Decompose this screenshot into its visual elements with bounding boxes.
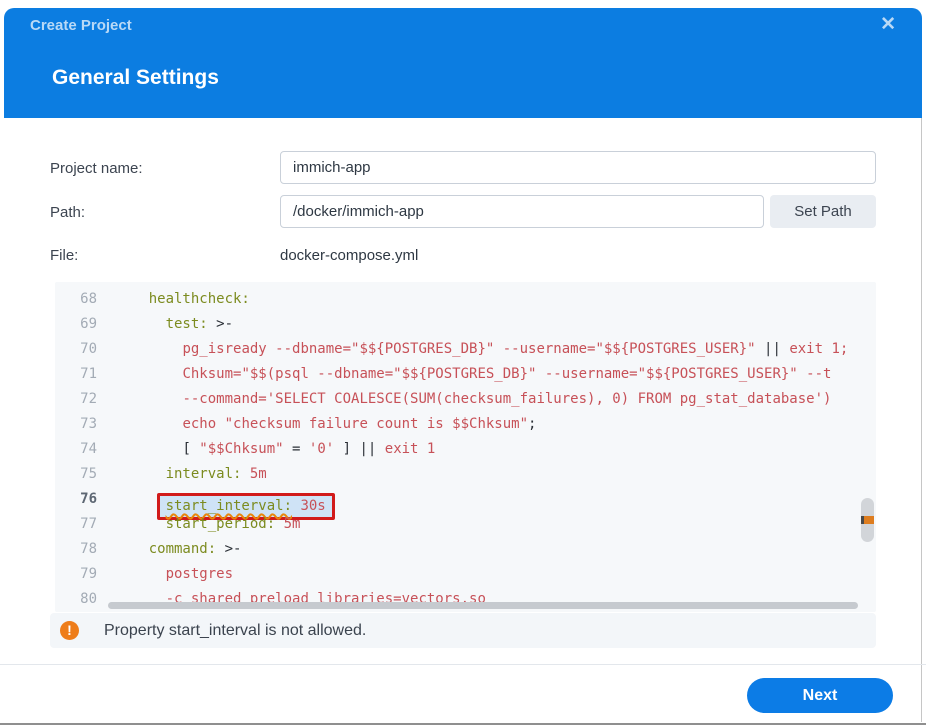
code-token: postgres: [166, 566, 233, 582]
code-text: --command='SELECT COALESCE(SUM(checksum_…: [97, 391, 831, 407]
code-line-75[interactable]: 75 interval: 5m: [55, 462, 876, 487]
code-token: >-: [216, 541, 241, 557]
code-token: ;: [528, 416, 536, 432]
horizontal-scrollbar[interactable]: [108, 602, 858, 609]
code-text: command: >-: [97, 541, 241, 557]
line-number: 74: [55, 437, 97, 462]
code-line-72[interactable]: 72 --command='SELECT COALESCE(SUM(checks…: [55, 387, 876, 412]
code-text: echo "checksum failure count is $$Chksum…: [97, 416, 536, 432]
code-token: 5m: [284, 516, 301, 532]
project-name-input[interactable]: [280, 151, 876, 184]
footer-divider: [0, 664, 926, 665]
code-line-69[interactable]: 69 test: >-: [55, 312, 876, 337]
line-number: 79: [55, 562, 97, 587]
line-number: 72: [55, 387, 97, 412]
next-button[interactable]: Next: [747, 678, 893, 713]
code-token: =: [284, 441, 309, 457]
code-text: postgres: [97, 566, 233, 582]
error-marker-icon: [861, 516, 874, 524]
code-token: echo "checksum failure count is $$Chksum…: [182, 416, 528, 432]
validation-error-bar: ! Property start_interval is not allowed…: [50, 613, 876, 648]
create-project-dialog: Create Project ✕ General Settings Projec…: [0, 0, 926, 726]
code-line-70[interactable]: 70 pg_isready --dbname="$${POSTGRES_DB}"…: [55, 337, 876, 362]
project-name-label: Project name:: [50, 160, 143, 177]
code-line-71[interactable]: 71 Chksum="$$(psql --dbname="$${POSTGRES…: [55, 362, 876, 387]
vertical-scrollbar[interactable]: [861, 498, 874, 542]
code-text: test: >-: [97, 316, 233, 332]
code-token: ] ||: [334, 441, 385, 457]
code-line-78[interactable]: 78 command: >-: [55, 537, 876, 562]
code-token: exit 1;: [781, 341, 848, 357]
file-label: File:: [50, 247, 78, 264]
dialog-header: Create Project ✕ General Settings: [4, 8, 922, 118]
line-number: 68: [55, 287, 97, 312]
dialog-body: Project name: Path: Set Path File: docke…: [4, 118, 922, 722]
line-number: 71: [55, 362, 97, 387]
line-number: 70: [55, 337, 97, 362]
close-icon[interactable]: ✕: [880, 13, 896, 37]
code-token: healthcheck:: [149, 291, 250, 307]
code-text: interval: 5m: [97, 466, 267, 482]
set-path-button[interactable]: Set Path: [770, 195, 876, 228]
code-token: start_period:: [166, 516, 276, 532]
line-number: 77: [55, 512, 97, 537]
code-token: --command='SELECT COALESCE(SUM(checksum_…: [182, 391, 831, 407]
code-token: command:: [149, 541, 216, 557]
code-text: healthcheck:: [97, 291, 250, 307]
window-bottom-edge: [0, 723, 926, 725]
file-value: docker-compose.yml: [280, 247, 418, 264]
code-text: start_interval: 30s: [97, 491, 335, 507]
code-token: [275, 516, 283, 532]
code-token: [241, 466, 249, 482]
code-token: '0': [309, 441, 334, 457]
page-title: General Settings: [52, 66, 219, 90]
code-text: start_period: 5m: [97, 516, 300, 532]
code-line-77[interactable]: 77 start_period: 5m: [55, 512, 876, 537]
code-text: pg_isready --dbname="$${POSTGRES_DB}" --…: [97, 341, 848, 357]
code-token: pg_isready --dbname="$${POSTGRES_DB}" --…: [182, 341, 764, 357]
line-number: 76: [55, 487, 97, 512]
line-number: 69: [55, 312, 97, 337]
code-token: 5m: [250, 466, 267, 482]
code-token: [: [182, 441, 199, 457]
code-line-74[interactable]: 74 [ "$$Chksum" = '0' ] || exit 1: [55, 437, 876, 462]
line-number: 75: [55, 462, 97, 487]
code-lines: 68 healthcheck:69 test: >-70 pg_isready …: [55, 282, 876, 612]
code-token: "$$Chksum": [199, 441, 283, 457]
path-input[interactable]: [280, 195, 764, 228]
code-line-79[interactable]: 79 postgres: [55, 562, 876, 587]
path-label: Path:: [50, 204, 85, 221]
code-token: test:: [166, 316, 208, 332]
code-token: Chksum="$$(psql --dbname="$${POSTGRES_DB…: [182, 366, 831, 382]
code-token: ||: [764, 341, 781, 357]
line-number: 73: [55, 412, 97, 437]
warning-icon: !: [60, 621, 79, 640]
code-token: 30s: [300, 498, 325, 514]
code-token: exit 1: [385, 441, 436, 457]
code-line-76[interactable]: 76 start_interval: 30s: [55, 487, 876, 512]
yaml-editor[interactable]: 68 healthcheck:69 test: >-70 pg_isready …: [55, 282, 876, 612]
code-text: [ "$$Chksum" = '0' ] || exit 1: [97, 441, 435, 457]
error-message: Property start_interval is not allowed.: [104, 622, 366, 640]
code-line-68[interactable]: 68 healthcheck:: [55, 287, 876, 312]
line-number: 78: [55, 537, 97, 562]
code-token: interval:: [166, 466, 242, 482]
code-text: Chksum="$$(psql --dbname="$${POSTGRES_DB…: [97, 366, 831, 382]
dialog-title: Create Project: [30, 17, 132, 34]
code-line-73[interactable]: 73 echo "checksum failure count is $$Chk…: [55, 412, 876, 437]
code-token: >-: [208, 316, 233, 332]
line-number: 80: [55, 587, 97, 612]
